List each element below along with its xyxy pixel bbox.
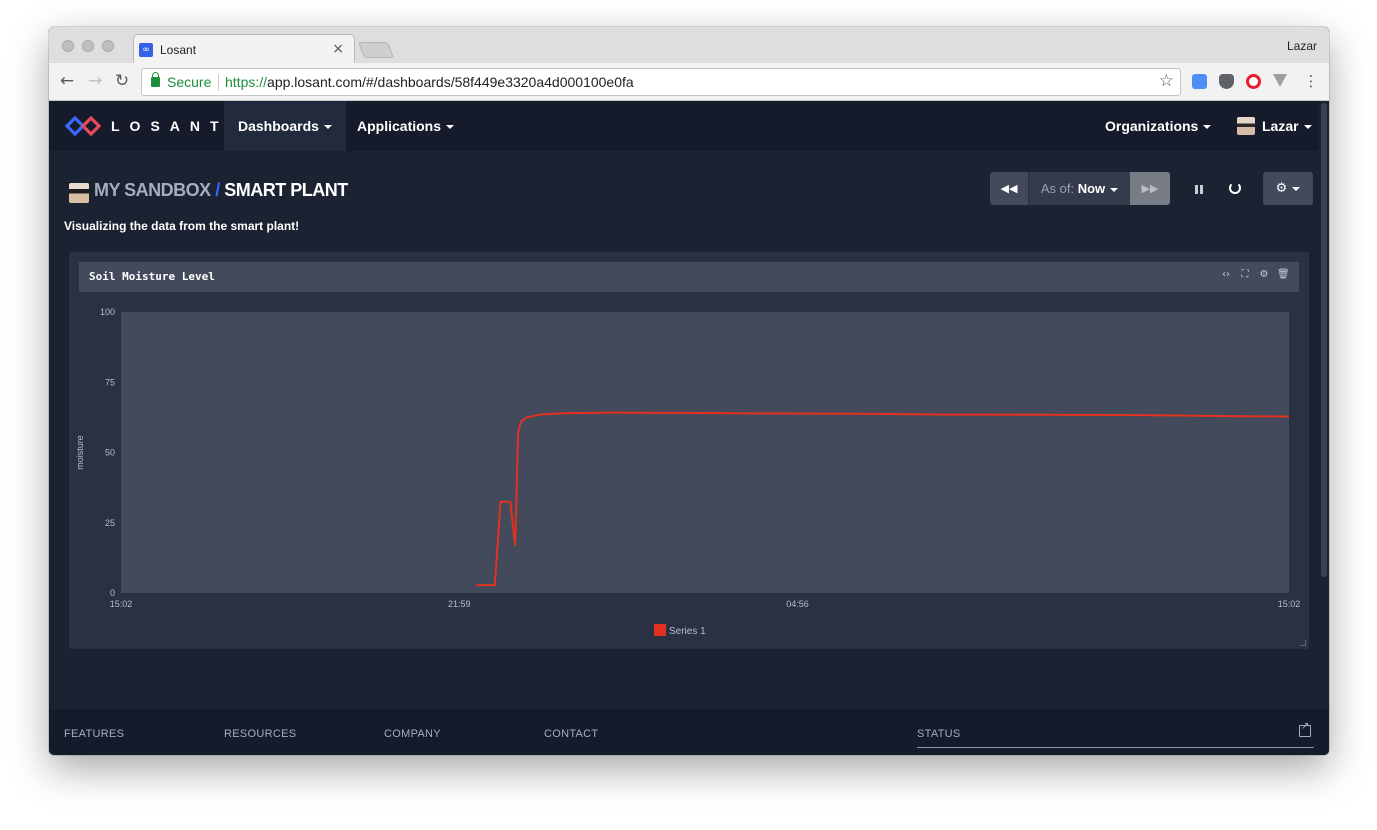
reload-icon[interactable]: ↻ bbox=[112, 71, 132, 91]
sandbox-avatar bbox=[69, 183, 89, 203]
legend-swatch bbox=[654, 624, 666, 636]
caret-down-icon bbox=[446, 125, 455, 130]
caret-down-icon bbox=[1110, 187, 1119, 192]
footer: FEATURES RESOURCES COMPANY CONTACT STATU… bbox=[49, 709, 1329, 755]
url-divider bbox=[218, 74, 219, 91]
logo-wordmark[interactable]: LOSANT bbox=[111, 118, 229, 134]
y-tick-label: 25 bbox=[105, 518, 115, 528]
browser-profile-name[interactable]: Lazar bbox=[1287, 39, 1317, 53]
pocket-icon[interactable] bbox=[1219, 74, 1234, 89]
breadcrumb: MY SANDBOX / SMART PLANT bbox=[94, 180, 348, 201]
delete-trash-icon[interactable]: 🗑 bbox=[1277, 269, 1290, 280]
y-tick-label: 50 bbox=[105, 448, 115, 458]
soil-moisture-block: Soil Moisture Level ‹› ⛶ ⚙ 🗑 100 75 50 25 0 1… bbox=[69, 252, 1309, 649]
address-bar[interactable]: Secure https://app.losant.com/#/dashboar… bbox=[141, 68, 1181, 96]
zoom-window-button[interactable] bbox=[102, 40, 114, 52]
as-of-time-dropdown[interactable]: As of: Now bbox=[1028, 172, 1130, 205]
embed-code-icon[interactable]: ‹› bbox=[1220, 269, 1232, 280]
footer-resources-link[interactable]: RESOURCES bbox=[224, 728, 296, 740]
minimize-window-button[interactable] bbox=[82, 40, 94, 52]
losant-logo-icon[interactable] bbox=[65, 116, 101, 136]
loading-spinner-icon bbox=[1229, 182, 1241, 194]
losant-favicon-icon: ∞ bbox=[139, 43, 153, 57]
back-arrow-icon[interactable]: ← bbox=[57, 71, 77, 91]
footer-company-link[interactable]: COMPANY bbox=[384, 728, 441, 740]
fullscreen-icon[interactable]: ⛶ bbox=[1239, 269, 1251, 280]
nav-dashboards-label: Dashboards bbox=[238, 118, 319, 134]
url-scheme: https:// bbox=[225, 74, 268, 90]
y-tick-label: 100 bbox=[100, 307, 115, 317]
close-window-button[interactable] bbox=[62, 40, 74, 52]
opera-icon[interactable] bbox=[1246, 74, 1261, 89]
pause-icon[interactable] bbox=[1192, 179, 1206, 199]
footer-status-link[interactable]: STATUS bbox=[917, 728, 961, 740]
resize-handle[interactable] bbox=[1300, 640, 1306, 646]
x-tick-label: 15:02 bbox=[1278, 599, 1301, 609]
as-of-value: Now bbox=[1077, 181, 1106, 196]
nav-applications-label: Applications bbox=[357, 118, 442, 134]
tab-title: Losant bbox=[160, 43, 197, 57]
caret-down-icon bbox=[1303, 125, 1312, 130]
app-navbar: LOSANT Dashboards Applications Organizat… bbox=[49, 101, 1329, 151]
dashboard-title: SMART PLANT bbox=[224, 180, 348, 200]
close-tab-icon[interactable]: × bbox=[332, 41, 344, 57]
caret-down-icon bbox=[1292, 186, 1301, 191]
browser-window: ∞ Losant × Lazar ← → ↻ Secure https://ap… bbox=[49, 27, 1329, 755]
vue-devtools-icon[interactable] bbox=[1273, 74, 1287, 87]
footer-contact-link[interactable]: CONTACT bbox=[544, 728, 598, 740]
rewind-icon: ◀◀ bbox=[1000, 182, 1018, 195]
nav-organizations-label: Organizations bbox=[1105, 118, 1199, 134]
browser-toolbar: ← → ↻ Secure https://app.losant.com/#/da… bbox=[49, 63, 1329, 101]
y-axis-label: moisture bbox=[75, 435, 85, 470]
url-text[interactable]: https://app.losant.com/#/dashboards/58f4… bbox=[225, 74, 634, 90]
title-bar: ∞ Losant × Lazar bbox=[49, 27, 1329, 64]
forward-arrow-icon[interactable]: → bbox=[85, 71, 105, 91]
x-tick-label: 04:56 bbox=[786, 599, 809, 609]
as-of-label: As of: bbox=[1040, 181, 1075, 196]
moisture-line-chart: 100755025015:02 21:59 04:56 15:02moisture bbox=[75, 307, 1301, 609]
caret-down-icon bbox=[323, 125, 332, 130]
nav-dashboards-dropdown[interactable]: Dashboards bbox=[224, 101, 346, 151]
nav-user-label: Lazar bbox=[1262, 118, 1299, 134]
legend-series-label: Series 1 bbox=[669, 626, 706, 637]
scrollbar-thumb[interactable] bbox=[1321, 103, 1327, 577]
y-tick-label: 75 bbox=[105, 377, 115, 387]
secure-label: Secure bbox=[167, 74, 212, 90]
url-path: app.losant.com/#/dashboards/58f449e3320a… bbox=[267, 74, 634, 90]
nav-user-dropdown[interactable]: Lazar bbox=[1223, 101, 1326, 151]
breadcrumb-separator: / bbox=[215, 180, 220, 200]
browser-tab[interactable]: ∞ Losant × bbox=[133, 34, 355, 64]
x-tick-label: 21:59 bbox=[448, 599, 471, 609]
dashboard-content: MY SANDBOX / SMART PLANT Visualizing the… bbox=[49, 151, 1319, 709]
block-toolbar: ‹› ⛶ ⚙ 🗑 bbox=[1220, 269, 1290, 280]
block-header: Soil Moisture Level ‹› ⛶ ⚙ 🗑 bbox=[79, 262, 1299, 292]
fast-forward-button[interactable]: ▶▶ bbox=[1130, 172, 1170, 205]
rewind-button[interactable]: ◀◀ bbox=[990, 172, 1028, 205]
block-title: Soil Moisture Level bbox=[89, 270, 215, 283]
dashboard-settings-button[interactable]: ⚙ bbox=[1263, 172, 1313, 205]
dashboard-description: Visualizing the data from the smart plan… bbox=[64, 219, 300, 233]
nav-organizations-dropdown[interactable]: Organizations bbox=[1091, 101, 1225, 151]
nav-applications-dropdown[interactable]: Applications bbox=[343, 101, 468, 151]
breadcrumb-sandbox-link[interactable]: MY SANDBOX bbox=[94, 180, 211, 200]
user-avatar bbox=[1237, 117, 1255, 135]
external-link-icon[interactable] bbox=[1299, 721, 1311, 737]
lock-icon bbox=[151, 72, 160, 87]
chart-legend[interactable]: Series 1 bbox=[654, 624, 706, 637]
gear-icon: ⚙ bbox=[1275, 181, 1288, 196]
extension-icon[interactable] bbox=[1192, 74, 1207, 89]
status-underline bbox=[917, 747, 1314, 748]
footer-features-link[interactable]: FEATURES bbox=[64, 728, 124, 740]
browser-menu-icon[interactable]: ⋮ bbox=[1301, 71, 1321, 91]
x-tick-label: 15:02 bbox=[110, 599, 133, 609]
block-settings-gear-icon[interactable]: ⚙ bbox=[1258, 269, 1270, 280]
fast-forward-icon: ▶▶ bbox=[1141, 182, 1159, 195]
new-tab-button[interactable] bbox=[358, 42, 394, 58]
y-tick-label: 0 bbox=[110, 588, 115, 598]
bookmark-star-icon[interactable]: ☆ bbox=[1159, 71, 1174, 91]
plot-area bbox=[121, 312, 1289, 593]
caret-down-icon bbox=[1203, 125, 1212, 130]
page-scrollbar[interactable] bbox=[1319, 101, 1329, 709]
